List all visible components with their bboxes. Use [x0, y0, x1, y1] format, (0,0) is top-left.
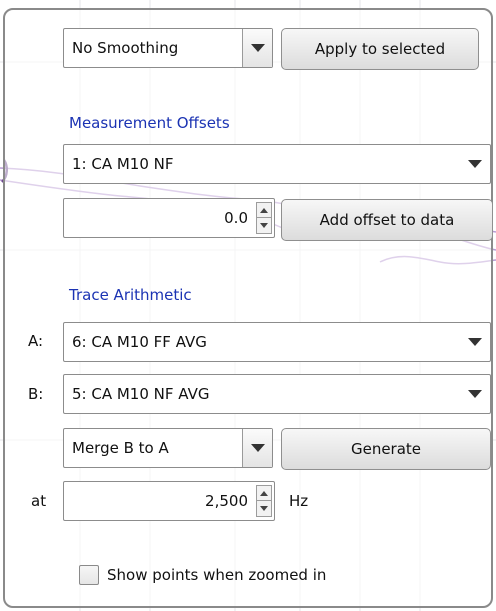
frequency-unit-label: Hz	[289, 492, 309, 510]
trace-b-dropdown[interactable]: 5: CA M10 NF AVG	[63, 374, 491, 414]
trace-a-dropdown[interactable]: 6: CA M10 FF AVG	[63, 322, 491, 362]
spin-up-icon[interactable]	[257, 486, 271, 501]
generate-button[interactable]: Generate	[281, 428, 491, 470]
add-offset-button[interactable]: Add offset to data	[281, 199, 493, 241]
apply-to-selected-button[interactable]: Apply to selected	[281, 28, 479, 70]
offset-value: 0.0	[224, 209, 248, 227]
frequency-value: 2,500	[205, 492, 248, 510]
offset-stepper[interactable]: 0.0	[63, 198, 275, 238]
spin-down-icon[interactable]	[257, 501, 271, 516]
chevron-down-icon[interactable]	[242, 429, 272, 467]
measurement-offsets-title: Measurement Offsets	[69, 114, 230, 132]
chevron-down-icon[interactable]	[460, 145, 490, 183]
trace-a-selected: 6: CA M10 FF AVG	[72, 333, 207, 351]
settings-panel: No Smoothing Apply to selected Measureme…	[3, 8, 493, 608]
smoothing-dropdown[interactable]: No Smoothing	[63, 28, 273, 68]
operation-dropdown[interactable]: Merge B to A	[63, 428, 273, 468]
smoothing-selected: No Smoothing	[72, 39, 179, 57]
chevron-down-icon[interactable]	[460, 323, 490, 361]
frequency-spin-buttons	[256, 485, 272, 517]
operation-selected: Merge B to A	[72, 439, 169, 457]
trace-arithmetic-title: Trace Arithmetic	[69, 286, 192, 304]
trace-b-selected: 5: CA M10 NF AVG	[72, 385, 210, 403]
show-points-label[interactable]: Show points when zoomed in	[107, 566, 326, 584]
frequency-stepper[interactable]: 2,500	[63, 481, 275, 521]
offset-spin-buttons	[256, 202, 272, 234]
trace-b-label: B:	[28, 385, 44, 403]
chevron-down-icon[interactable]	[460, 375, 490, 413]
show-points-checkbox[interactable]	[79, 565, 99, 585]
at-label: at	[31, 492, 47, 510]
chevron-down-icon[interactable]	[242, 29, 272, 67]
spin-down-icon[interactable]	[257, 218, 271, 233]
spin-up-icon[interactable]	[257, 203, 271, 218]
trace-a-label: A:	[28, 332, 44, 350]
measurement-dropdown[interactable]: 1: CA M10 NF	[63, 144, 491, 184]
measurement-selected: 1: CA M10 NF	[72, 155, 174, 173]
